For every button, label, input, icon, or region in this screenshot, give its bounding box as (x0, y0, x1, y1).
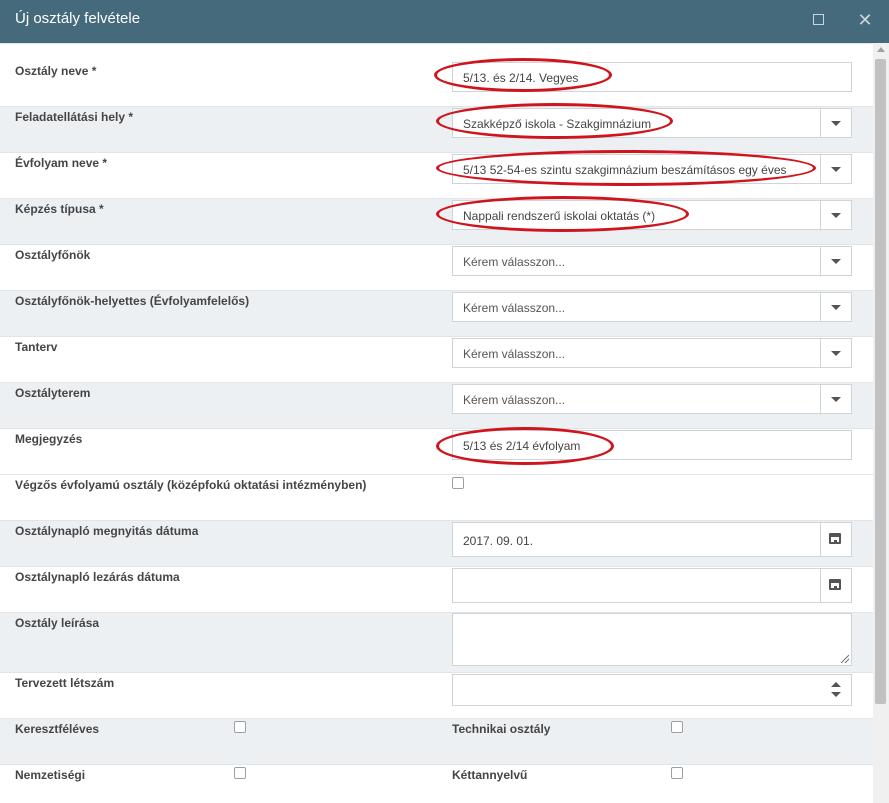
spinner-down-icon[interactable] (831, 692, 841, 697)
row-kepzes-tipusa: Képzés típusa * Nappali rendszerű iskola… (0, 198, 873, 245)
resize-grip-icon[interactable] (841, 655, 849, 663)
dropdown-button[interactable] (820, 385, 851, 413)
field-value: Szakképző iskola - Szakgimnázium (463, 117, 652, 131)
field-label: Megjegyzés (15, 432, 83, 446)
row-naplo-megnyitas: Osztálynapló megnyitás dátuma 2017. 09. … (0, 520, 873, 567)
close-icon[interactable]: ✕ (847, 0, 883, 43)
row-osztalyterem: Osztályterem Kérem válasszon... (0, 382, 873, 429)
spinner-up-icon[interactable] (831, 682, 841, 687)
field-value: 5/13 52-54-es szintu szakgimnázium beszá… (463, 163, 787, 177)
megjegyzes-input[interactable]: 5/13 és 2/14 évfolyam (452, 430, 852, 460)
osztalyfonok-helyettes-select[interactable]: Kérem válasszon... (452, 292, 852, 322)
evfolyam-neve-select[interactable]: 5/13 52-54-es szintu szakgimnázium beszá… (452, 154, 852, 184)
osztalyterem-select[interactable]: Kérem válasszon... (452, 384, 852, 414)
dropdown-button[interactable] (820, 293, 851, 321)
dialog-titlebar: Új osztály felvétele ✕ (0, 0, 889, 43)
chevron-down-icon (831, 213, 841, 218)
field-label: Évfolyam neve * (15, 156, 108, 170)
form-body: Osztály neve * 5/13. és 2/14. Vegyes Fel… (0, 43, 873, 803)
nemzetisegi-checkbox[interactable] (234, 767, 246, 779)
field-label: Nemzetiségi (15, 768, 86, 782)
row-vegzos: Végzős évfolyamú osztály (középfokú okta… (0, 474, 873, 521)
row-nemzetisegi-kettannyelvu: Nemzetiségi Kéttannyelvű (0, 764, 873, 803)
calendar-icon (829, 579, 841, 590)
maximize-icon[interactable] (800, 0, 836, 43)
naplo-megnyitas-datepicker[interactable]: 2017. 09. 01. (452, 522, 852, 557)
tanterv-select[interactable]: Kérem válasszon... (452, 338, 852, 368)
field-label: Feladatellátási hely * (15, 110, 134, 124)
row-tanterv: Tanterv Kérem válasszon... (0, 336, 873, 383)
field-label: Végzős évfolyamú osztály (középfokú okta… (15, 478, 367, 492)
row-megjegyzes: Megjegyzés 5/13 és 2/14 évfolyam (0, 428, 873, 475)
chevron-down-icon (831, 351, 841, 356)
field-label: Osztályterem (15, 386, 91, 400)
dropdown-button[interactable] (820, 109, 851, 137)
spinner-buttons[interactable] (821, 675, 851, 705)
row-keresztfeleves-technikai: Keresztféléves Technikai osztály (0, 718, 873, 765)
vegzos-checkbox[interactable] (452, 477, 464, 489)
scroll-up-icon[interactable] (877, 47, 885, 52)
field-label: Osztályfőnök-helyettes (Évfolyamfelelős) (15, 294, 250, 308)
tervezett-letszam-spinner[interactable] (452, 674, 852, 706)
field-label: Képzés típusa * (15, 202, 104, 216)
row-osztalyfonok: Osztályfőnök Kérem válasszon... (0, 244, 873, 291)
dropdown-button[interactable] (820, 155, 851, 183)
field-label: Kéttannyelvű (452, 768, 528, 782)
chevron-down-icon (831, 167, 841, 172)
field-value: Kérem válasszon... (463, 301, 566, 315)
chevron-down-icon (831, 305, 841, 310)
field-value: Nappali rendszerű iskolai oktatás (*) (463, 209, 656, 223)
field-label: Osztályfőnök (15, 248, 91, 262)
technikai-osztaly-checkbox[interactable] (671, 721, 683, 733)
field-label: Osztálynapló lezárás dátuma (15, 570, 180, 584)
dropdown-button[interactable] (820, 339, 851, 367)
dropdown-button[interactable] (820, 201, 851, 229)
chevron-down-icon (831, 397, 841, 402)
row-evfolyam-neve: Évfolyam neve * 5/13 52-54-es szintu sza… (0, 152, 873, 199)
scrollbar-thumb[interactable] (875, 59, 886, 704)
field-label: Osztály neve * (15, 64, 97, 78)
keresztfeleves-checkbox[interactable] (234, 721, 246, 733)
leiras-textarea[interactable] (452, 613, 852, 666)
field-label: Osztály leírása (15, 616, 100, 630)
row-naplo-lezaras: Osztálynapló lezárás dátuma (0, 566, 873, 613)
field-label: Tanterv (15, 340, 58, 354)
field-label: Osztálynapló megnyitás dátuma (15, 524, 199, 538)
chevron-down-icon (831, 259, 841, 264)
calendar-icon (829, 533, 841, 544)
scrollbar[interactable] (873, 43, 889, 803)
kettannyelvu-checkbox[interactable] (671, 767, 683, 779)
field-value: Kérem válasszon... (463, 347, 566, 361)
row-osztalyfonok-helyettes: Osztályfőnök-helyettes (Évfolyamfelelős)… (0, 290, 873, 337)
row-osztaly-neve: Osztály neve * 5/13. és 2/14. Vegyes (0, 43, 873, 107)
row-feladatellatasi-hely: Feladatellátási hely * Szakképző iskola … (0, 106, 873, 153)
calendar-button[interactable] (820, 523, 851, 556)
field-label: Tervezett létszám (15, 676, 115, 690)
field-label: Keresztféléves (15, 722, 100, 736)
field-value: 5/13. és 2/14. Vegyes (463, 71, 579, 85)
calendar-button[interactable] (820, 569, 851, 602)
field-value: 2017. 09. 01. (463, 534, 534, 548)
field-value: Kérem válasszon... (463, 255, 566, 269)
dialog-title: Új osztály felvétele (15, 10, 141, 27)
row-leiras: Osztály leírása (0, 612, 873, 673)
field-value: Kérem válasszon... (463, 393, 566, 407)
dropdown-button[interactable] (820, 247, 851, 275)
naplo-lezaras-datepicker[interactable] (452, 568, 852, 603)
field-value: 5/13 és 2/14 évfolyam (463, 439, 581, 453)
chevron-down-icon (831, 121, 841, 126)
osztalyfonok-select[interactable]: Kérem válasszon... (452, 246, 852, 276)
feladatellatasi-hely-select[interactable]: Szakképző iskola - Szakgimnázium (452, 108, 852, 138)
row-tervezett-letszam: Tervezett létszám (0, 672, 873, 719)
kepzes-tipusa-select[interactable]: Nappali rendszerű iskolai oktatás (*) (452, 200, 852, 230)
field-label: Technikai osztály (452, 722, 551, 736)
osztaly-neve-input[interactable]: 5/13. és 2/14. Vegyes (452, 62, 852, 92)
